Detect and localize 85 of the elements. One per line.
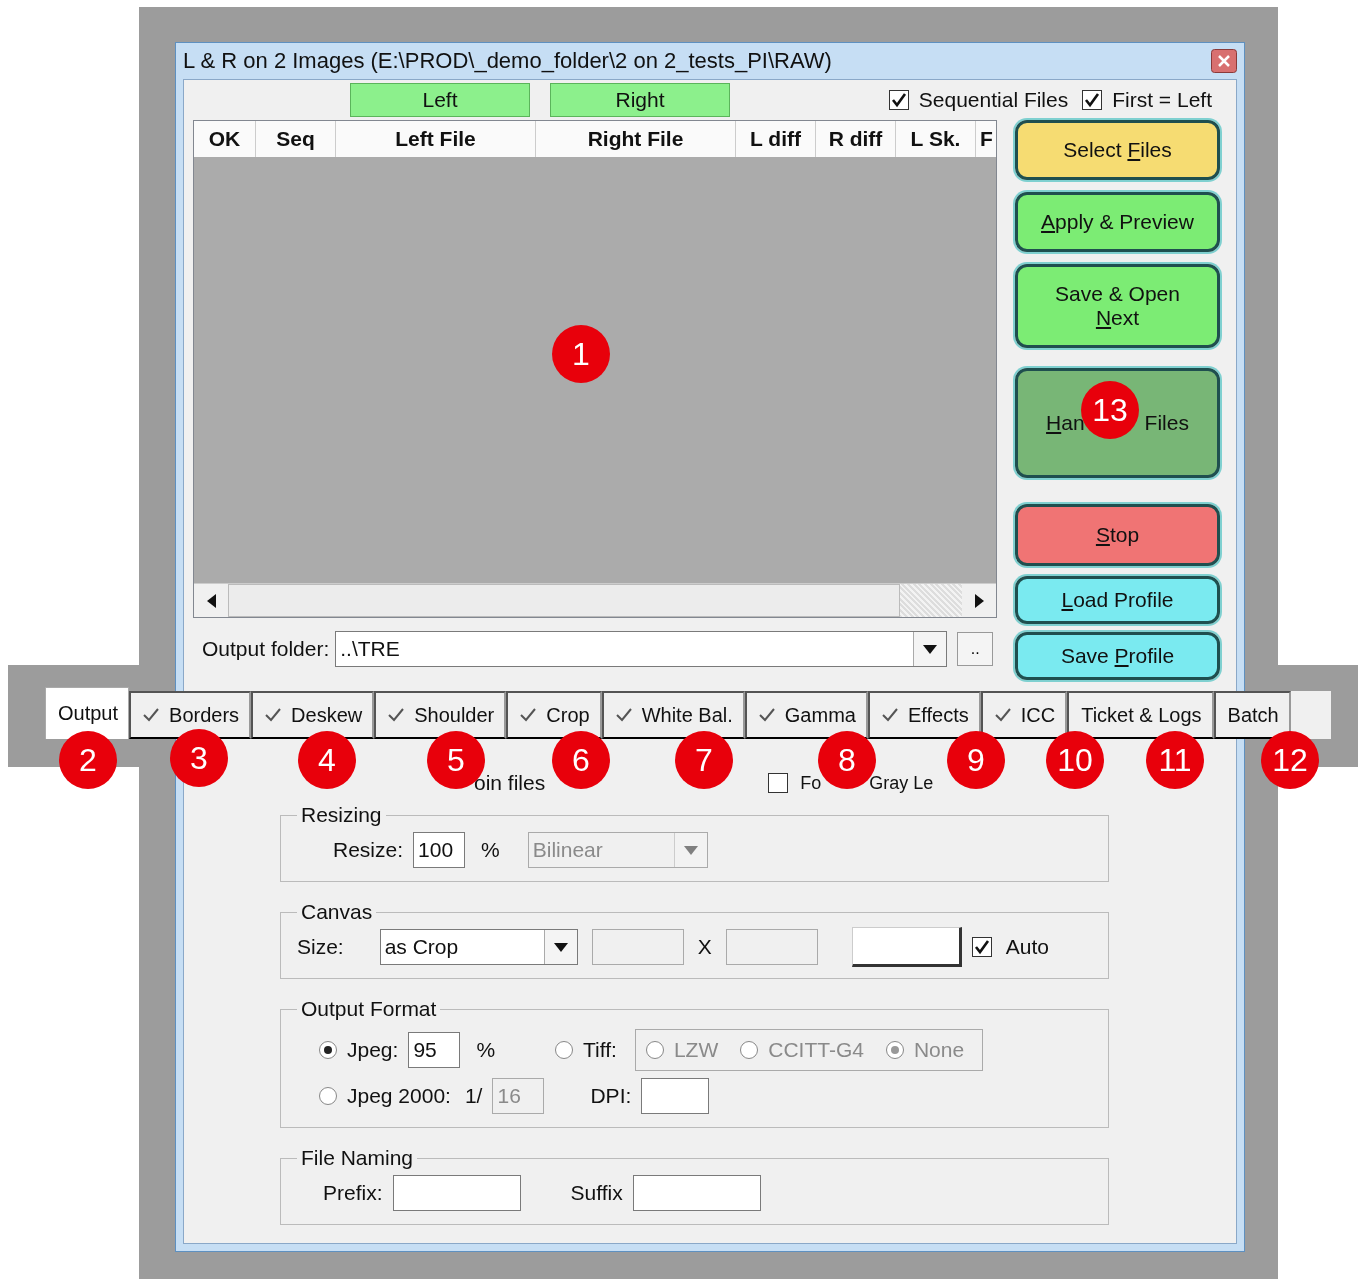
- browse-button[interactable]: ..: [957, 632, 994, 666]
- action-button[interactable]: Apply & Preview: [1015, 192, 1220, 252]
- radio-label: LZW: [673, 1038, 719, 1062]
- radio-button[interactable]: [319, 1087, 337, 1105]
- close-icon[interactable]: [1211, 49, 1237, 73]
- radio-label: Jpeg:: [347, 1038, 399, 1062]
- radio-button[interactable]: [885, 1041, 904, 1059]
- checkmark-icon: [994, 708, 1011, 722]
- tab[interactable]: Shoulder: [374, 691, 507, 739]
- column-header[interactable]: R diff: [816, 121, 896, 157]
- horizontal-scrollbar[interactable]: [194, 583, 996, 617]
- action-button[interactable]: Save Profile: [1015, 632, 1220, 680]
- field-label: 1/: [464, 1084, 483, 1108]
- group-title: File Naming: [300, 1146, 415, 1170]
- separator-label: X: [697, 935, 712, 959]
- tab[interactable]: Deskew: [251, 691, 375, 739]
- column-header[interactable]: L diff: [736, 121, 816, 157]
- column-group-header: Right: [550, 83, 730, 117]
- field-label: Resize:: [333, 838, 404, 862]
- column-group-header: Left: [350, 83, 530, 117]
- column-header[interactable]: OK: [194, 121, 256, 157]
- column-header[interactable]: Seq: [256, 121, 336, 157]
- height-field[interactable]: [725, 929, 818, 965]
- action-button[interactable]: Select Files: [1015, 120, 1220, 180]
- checkbox-label: oin files: [474, 771, 546, 795]
- action-button[interactable]: Load Profile: [1015, 576, 1220, 624]
- output-folder-dropdown[interactable]: ..\TRE: [335, 631, 948, 667]
- tab[interactable]: Borders: [129, 691, 252, 739]
- checkbox[interactable]: [768, 773, 789, 793]
- radio-label: Tiff:: [583, 1038, 617, 1062]
- field-label: Prefix:: [323, 1181, 383, 1205]
- unit-label: %: [476, 1038, 496, 1062]
- checkbox[interactable]: [971, 937, 992, 957]
- tab[interactable]: Batch: [1213, 691, 1291, 739]
- field-label: Size:: [297, 935, 344, 959]
- checkbox-label: First = Left: [1112, 88, 1212, 112]
- action-button[interactable]: Save & Open Next: [1015, 264, 1220, 348]
- field-label: Suffix: [570, 1181, 623, 1205]
- tab[interactable]: Gamma: [744, 691, 868, 739]
- column-header[interactable]: L Sk.: [896, 121, 976, 157]
- tab[interactable]: Effects: [867, 691, 981, 739]
- prefix-field[interactable]: [392, 1175, 521, 1211]
- action-button[interactable]: Stop: [1015, 504, 1220, 566]
- group-title: Output Format: [300, 997, 438, 1021]
- callout-badge: 2: [59, 731, 117, 789]
- width-field[interactable]: [591, 929, 684, 965]
- checkbox[interactable]: [1082, 90, 1103, 110]
- column-header[interactable]: Left File: [336, 121, 536, 157]
- checkmark-icon: [388, 708, 405, 722]
- radio-button[interactable]: [740, 1041, 759, 1059]
- checkmark-icon: [881, 708, 898, 722]
- column-header[interactable]: Right File: [536, 121, 736, 157]
- color-swatch[interactable]: [851, 927, 962, 967]
- checkbox[interactable]: [888, 90, 909, 110]
- unit-label: %: [481, 838, 500, 862]
- radio-label: CCITT-G4: [768, 1038, 864, 1062]
- group-title: Canvas: [300, 900, 374, 924]
- checkbox-label: Auto: [1005, 935, 1049, 959]
- scroll-left-icon[interactable]: [206, 593, 216, 608]
- column-header[interactable]: F: [976, 121, 996, 157]
- group-title: Resizing: [300, 803, 383, 827]
- radio-button[interactable]: [645, 1041, 664, 1059]
- radio-button[interactable]: [319, 1041, 337, 1059]
- checkmark-icon: [520, 708, 537, 722]
- radio-button[interactable]: [555, 1041, 574, 1059]
- suffix-field[interactable]: [632, 1175, 761, 1211]
- checkmark-icon: [615, 708, 632, 722]
- checkbox-label: Sequential Files: [918, 88, 1069, 112]
- window-title: L & R on 2 Images (E:\PROD\_demo_folder\2 on 2_tests_PI\RAW): [183, 48, 832, 74]
- scroll-right-icon[interactable]: [974, 593, 984, 608]
- checkmark-icon: [143, 708, 160, 722]
- radio-label: None: [913, 1038, 965, 1062]
- radio-label: Jpeg 2000:: [347, 1084, 451, 1108]
- size-dropdown[interactable]: as Crop: [379, 929, 578, 965]
- dropdown-arrow-icon[interactable]: [923, 644, 938, 654]
- quality-field[interactable]: 95: [408, 1032, 461, 1068]
- field-label: Output folder:: [202, 637, 330, 661]
- scrollbar-thumb[interactable]: [228, 584, 900, 617]
- dropdown-arrow-icon[interactable]: [553, 942, 568, 952]
- checkmark-icon: [758, 708, 775, 722]
- field-label: DPI:: [590, 1084, 632, 1108]
- resize-field[interactable]: 100: [413, 832, 466, 868]
- dpi-field[interactable]: [641, 1078, 710, 1114]
- checkmark-icon: [265, 708, 282, 722]
- tab[interactable]: Output: [45, 687, 130, 739]
